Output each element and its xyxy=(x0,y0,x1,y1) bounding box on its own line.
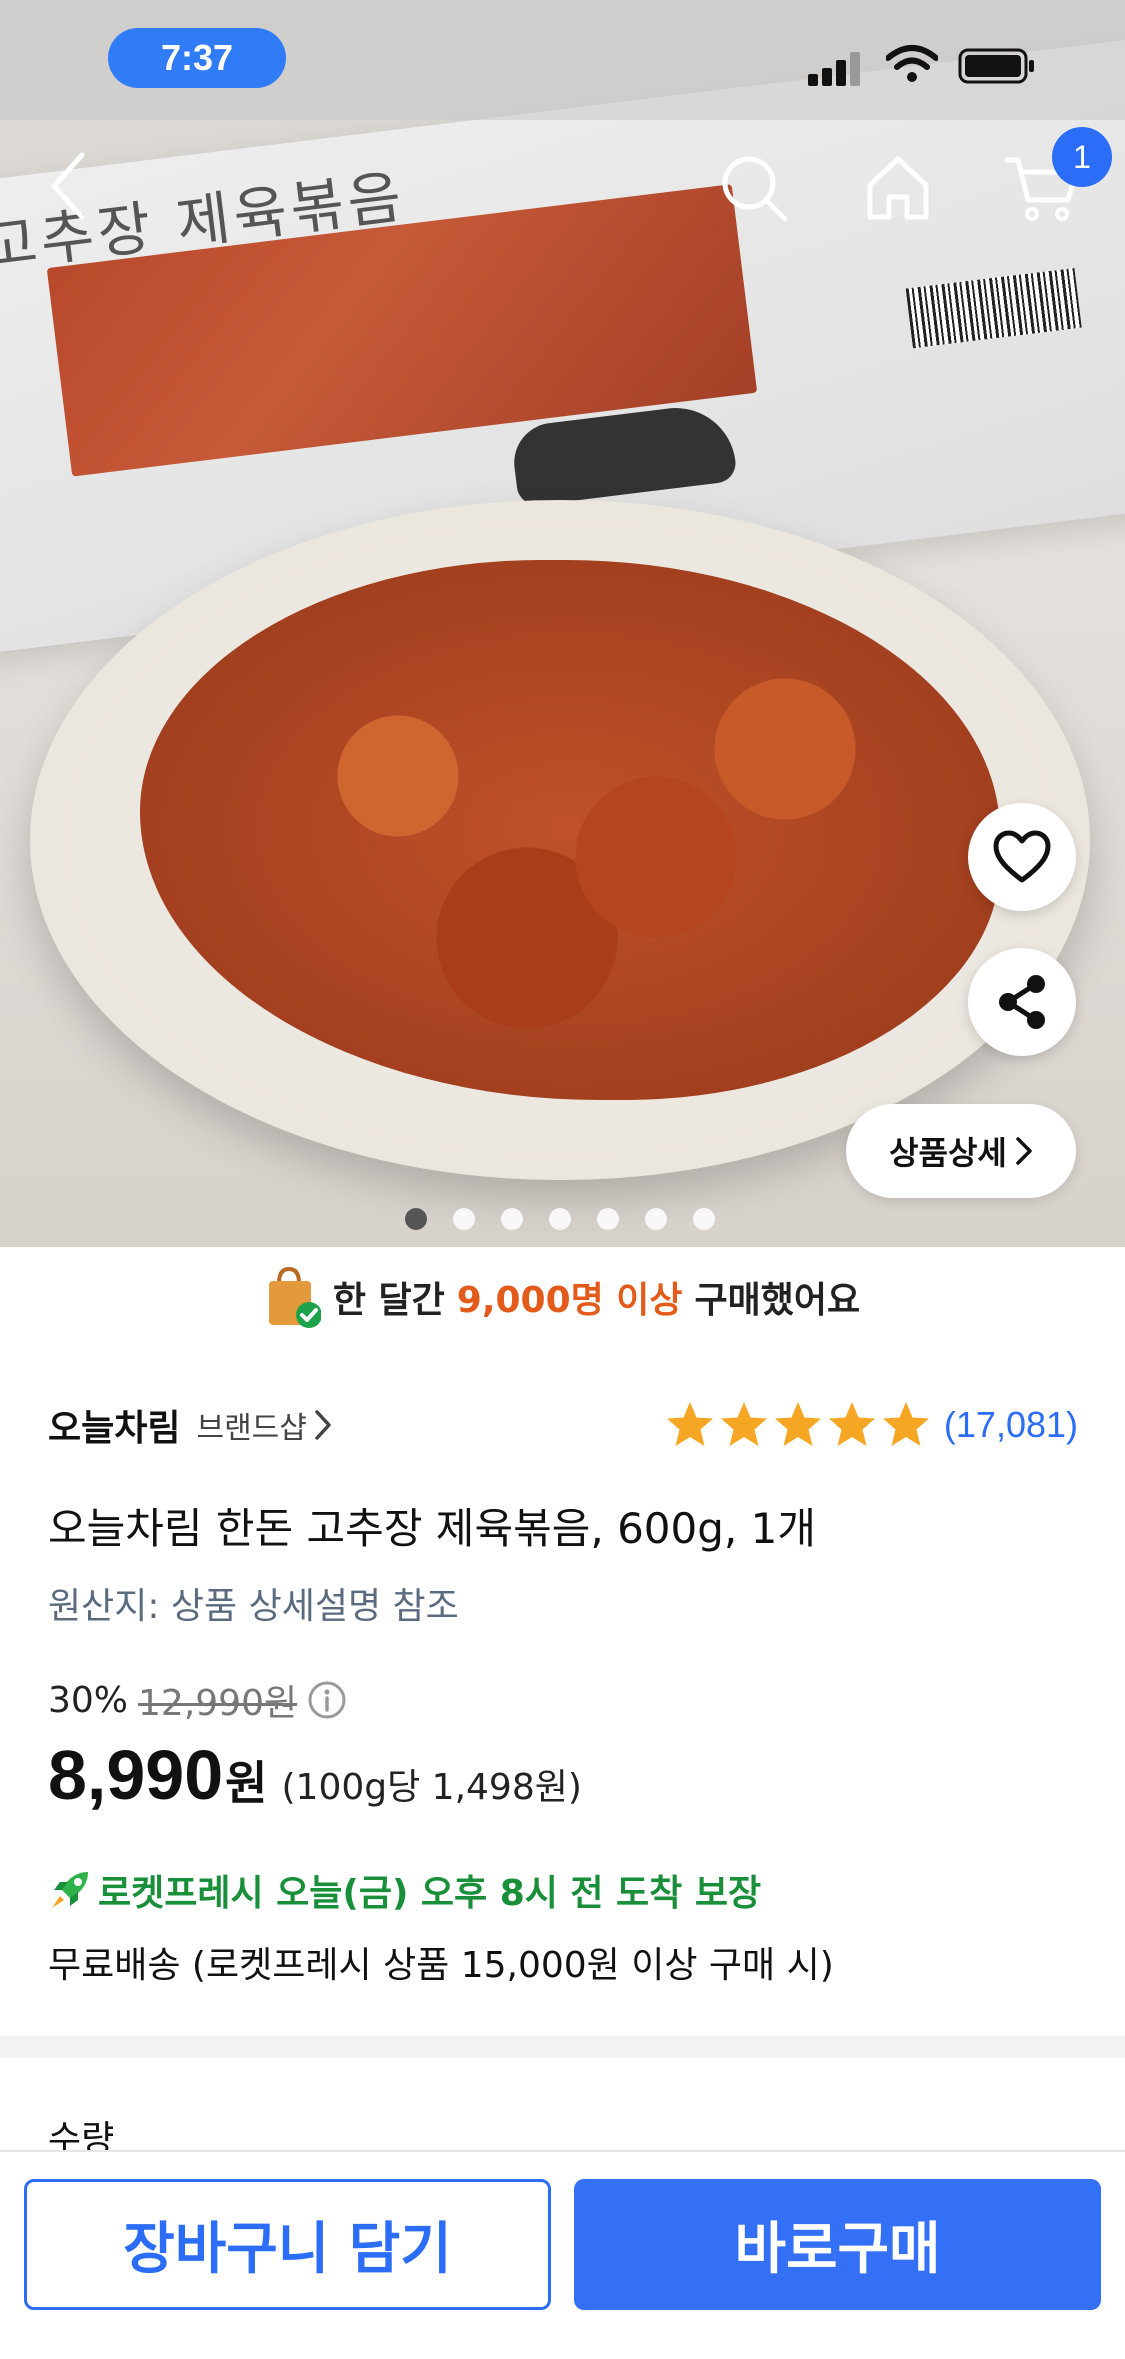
home-icon xyxy=(867,156,929,220)
bottom-action-bar: 장바구니 담기 바로구매 xyxy=(0,2150,1125,2359)
shopping-bag-icon xyxy=(268,1266,321,1328)
chevron-left-icon xyxy=(51,152,85,220)
carousel-indicator xyxy=(405,1208,715,1230)
star-icon xyxy=(774,1402,821,1446)
product-detail-button[interactable]: 상품상세 xyxy=(846,1104,1076,1198)
sale-price: 8,990 xyxy=(48,1736,224,1814)
share-button[interactable] xyxy=(968,948,1076,1056)
carousel-dot[interactable] xyxy=(453,1208,475,1230)
product-detail-label: 상품상세 xyxy=(889,1134,1007,1172)
share-icon xyxy=(999,975,1045,1029)
rocket-icon xyxy=(52,1872,88,1908)
brand-name[interactable]: 오늘차림 xyxy=(48,1399,180,1451)
home-button[interactable] xyxy=(858,148,938,228)
star-icon xyxy=(666,1402,713,1446)
cart-count-badge: 1 xyxy=(1052,127,1112,187)
search-icon xyxy=(722,156,788,222)
signal-icon xyxy=(808,46,868,86)
chevron-right-icon[interactable] xyxy=(313,1408,333,1442)
brand-row: 오늘차림 브랜드샵 (17,081) xyxy=(48,1395,1078,1455)
carousel-dot[interactable] xyxy=(501,1208,523,1230)
wishlist-button[interactable] xyxy=(968,803,1076,911)
origin-info: 원산지: 상품 상세설명 참조 xyxy=(48,1586,459,1627)
add-to-cart-button[interactable]: 장바구니 담기 xyxy=(24,2179,551,2310)
status-bar: 7:37 xyxy=(0,0,1125,120)
product-title: 오늘차림 한돈 고추장 제육볶음, 600g, 1개 xyxy=(48,1504,816,1553)
star-icon xyxy=(720,1402,767,1446)
original-price: 12,990원 xyxy=(138,1683,298,1724)
banner-prefix: 한 달간 xyxy=(332,1280,445,1321)
discount-rate: 30% xyxy=(48,1679,129,1721)
star-icon xyxy=(828,1402,875,1446)
carousel-dot[interactable] xyxy=(597,1208,619,1230)
review-count[interactable]: (17,081) xyxy=(944,1404,1078,1446)
star-icon xyxy=(882,1402,929,1446)
carousel-dot[interactable] xyxy=(645,1208,667,1230)
discount-row: 30% 12,990원 xyxy=(48,1674,347,1726)
search-button[interactable] xyxy=(714,148,794,228)
carousel-dot[interactable] xyxy=(405,1208,427,1230)
banner-highlight: 9,000명 이상 xyxy=(456,1280,683,1321)
back-button[interactable] xyxy=(38,146,98,226)
battery-icon xyxy=(958,48,1034,84)
brand-shop-link[interactable]: 브랜드샵 xyxy=(196,1403,306,1447)
buy-now-button[interactable]: 바로구매 xyxy=(574,2179,1101,2310)
shipping-info: 무료배송 (로켓프레시 상품 15,000원 이상 구매 시) xyxy=(48,1945,834,1986)
section-divider xyxy=(0,2036,1125,2058)
delivery-guarantee: 로켓프레시 오늘(금) 오후 8시 전 도착 보장 xyxy=(48,1864,761,1916)
barcode xyxy=(905,267,1082,349)
chevron-right-icon xyxy=(1016,1137,1032,1165)
carousel-dot[interactable] xyxy=(693,1208,715,1230)
heart-icon xyxy=(993,830,1051,883)
product-image-carousel[interactable]: 고추장 제육볶음 xyxy=(0,0,1125,1247)
rating-stars[interactable]: (17,081) xyxy=(664,1400,1078,1450)
status-time: 7:37 xyxy=(108,28,286,88)
delivery-text: 로켓프레시 오늘(금) 오후 8시 전 도착 보장 xyxy=(98,1873,762,1914)
price-row: 8,990 원 (100g당 1,498원) xyxy=(48,1735,582,1815)
banner-suffix: 구매했어요 xyxy=(694,1280,861,1321)
purchase-count-banner: 한 달간 9,000명 이상 구매했어요 xyxy=(0,1247,1125,1347)
carousel-dot[interactable] xyxy=(549,1208,571,1230)
wifi-icon xyxy=(886,45,938,82)
info-icon[interactable] xyxy=(307,1680,347,1720)
unit-price: (100g당 1,498원) xyxy=(281,1767,582,1808)
price-currency: 원 xyxy=(225,1756,268,1810)
